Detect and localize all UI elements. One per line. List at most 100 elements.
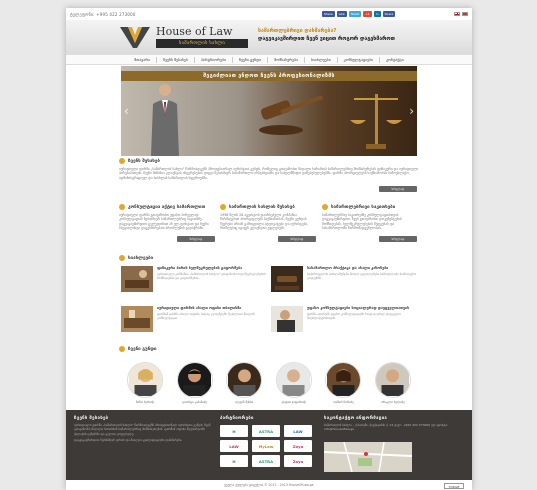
news-section-heading: სიახლეები <box>119 255 419 261</box>
partner-logo[interactable]: H <box>220 425 248 437</box>
team-member[interactable]: გიორგი კაპანაძე <box>176 362 214 404</box>
legal-icon <box>322 204 328 210</box>
avatar <box>226 362 263 398</box>
twitter-button[interactable]: Tweet <box>348 11 362 17</box>
page: ტელეფონი: +995 422 273000 Share Like Twe… <box>66 8 472 490</box>
partner-logo[interactable]: ASTRA <box>252 455 280 467</box>
news-item[interactable]: უფასო კონსულტაციები სოციალურად დაუცველთა… <box>271 306 423 336</box>
about-section: ჩვენს შესახებ იურიდიული ფირმა „სამართლის… <box>119 158 419 180</box>
about-section-heading: ჩვენს შესახებ <box>119 158 419 164</box>
team-member-name: ნინო ბერიძე <box>135 400 155 404</box>
column-legal-issues-heading: სამართლებრივი საკითხები <box>322 204 416 210</box>
news-thumbnail <box>271 266 303 292</box>
nav-item-home[interactable]: მთავარი <box>128 56 158 63</box>
nav-item-contact[interactable]: კონტაქტი <box>380 57 410 63</box>
column-legal-issues: სამართლებრივი საკითხები სამართლებრივ საკ… <box>322 204 416 231</box>
georgian-flag-icon[interactable] <box>454 12 460 16</box>
news-icon <box>119 255 125 261</box>
footer-about-text: იურიდიული ფირმა „სამართლის სახლი" წარმოა… <box>74 423 211 436</box>
linkedin-button[interactable]: in <box>373 11 381 17</box>
nav-item-team[interactable]: ჩვენი გუნდი <box>233 56 269 63</box>
lawyer-photo <box>151 84 179 156</box>
partner-logo[interactable]: LAW <box>284 425 312 437</box>
consultation-icon <box>119 204 125 210</box>
avatar <box>374 362 411 398</box>
column-about-company-title: სამართლის სახლის შესახებ <box>229 204 295 210</box>
avatar <box>127 362 163 398</box>
column-about-company: სამართლის სახლის შესახებ 1996 წლის 26 აგ… <box>220 204 312 231</box>
news-item-text: იურიდიული კომპანია „სამართლის სახლი" გთა… <box>157 272 266 280</box>
column-about-company-heading: სამართლის სახლის შესახებ <box>220 204 312 210</box>
partner-logo[interactable]: H <box>220 455 248 467</box>
news-item-text: ფირმამ გახსნა ახალი ოფისი, სადაც კლიენტე… <box>157 312 255 320</box>
news-section: სიახლეები <box>119 255 419 261</box>
team-member-name: თამარ ნოზაძე <box>333 400 354 404</box>
team-title: ჩვენი გუნდი <box>128 346 157 352</box>
facebook-share-button[interactable]: Share <box>322 11 335 17</box>
nav-item-about[interactable]: ჩვენს შესახებ <box>157 56 195 63</box>
footer-about-title: ჩვენს შესახებ <box>74 416 109 421</box>
team-member[interactable]: დავით ჯაფარიძე <box>275 362 313 404</box>
footer-contact-title: საკონტაქტო ინფორმაცია <box>324 416 388 421</box>
header-slogan: სამართლებრივი დახმარება? დაგვიკავშირდით … <box>258 27 458 43</box>
team-member[interactable]: ირაკლი ხელაძე <box>374 362 412 404</box>
column-legal-issues-more-button[interactable]: სრულად <box>379 236 417 242</box>
partner-logo[interactable]: Zoya <box>284 440 312 452</box>
team-section: ჩვენი გუნდი <box>119 346 419 352</box>
nav-item-services[interactable]: მომსახურება <box>268 56 305 63</box>
news-item-text: ფირმა ატარებს უფასო კონსულტაციებს სოციალ… <box>307 312 401 320</box>
team-members: ნინო ბერიძე გიორგი კაპანაძე ლევან მესხი … <box>126 362 412 404</box>
partner-logo[interactable]: LAW <box>220 440 248 452</box>
gavel-image <box>259 96 324 135</box>
logo-subtitle: სამართლის სახლი <box>156 39 248 48</box>
column-consultation-more-button[interactable]: სრულად <box>177 236 215 242</box>
footer: ჩვენს შესახებ იურიდიული ფირმა „სამართლის… <box>66 410 472 480</box>
column-legal-issues-text: სამართლებრივ საკითხებზე კონსულტაციისთვის… <box>322 213 402 231</box>
slider-prev-arrow-icon[interactable]: ‹ <box>124 104 129 118</box>
news-item-text: საქართველოს პარლამენტმა მიიღო ცვლილებები… <box>307 272 417 280</box>
slogan-answer: დაგვიკავშირდით ჩვენ ვიცით როგორ დაგეხმარ… <box>258 36 395 42</box>
location-map[interactable] <box>324 442 412 472</box>
nav-item-partners[interactable]: პარტნიორები <box>195 56 234 63</box>
column-about-company-more-button[interactable]: სრულად <box>278 236 316 242</box>
partner-logo[interactable]: ASTRA <box>252 425 280 437</box>
about-more-button[interactable]: სრულად <box>379 186 417 192</box>
team-member-name: ლევან მესხი <box>235 400 254 404</box>
hero-slider: შეგიძლიათ ენდოთ ჩვენს პროფესიონალიზმს ‹ … <box>121 66 417 156</box>
team-member-name: დავით ჯაფარიძე <box>281 400 306 404</box>
news-item[interactable]: იურიდიული ფირმის ახალი ოფისი თბილისში ფი… <box>121 306 273 336</box>
partner-logo[interactable]: MyLaw <box>252 440 280 452</box>
news-item[interactable]: ფიზიკური პირის ხელშეკრულების გაფორმება ი… <box>121 266 273 296</box>
share-button[interactable]: Share <box>382 11 396 17</box>
news-item-title[interactable]: უფასო კონსულტაციები სოციალურად დაუცველთა… <box>307 306 423 311</box>
avatar <box>176 362 213 398</box>
avatar <box>325 362 362 398</box>
about-text: იურიდიული ფირმა „სამართლის სახლი" წარმოა… <box>119 167 419 180</box>
logo[interactable]: House of Law სამართლის სახლი <box>118 23 250 50</box>
counter-badge[interactable]: TOP.GE <box>444 483 464 489</box>
news-item-title[interactable]: სასამართლო პრაქტიკა და ახალი კანონები <box>307 266 423 271</box>
news-title: სიახლეები <box>128 255 154 261</box>
partner-logo[interactable]: Zoya <box>284 455 312 467</box>
google-plus-button[interactable]: +1 <box>363 11 372 17</box>
news-item[interactable]: სასამართლო პრაქტიკა და ახალი კანონები სა… <box>271 266 423 296</box>
footer-about-text-2: დაგვიკავშირდით ნებისმიერ დროს და მიიღეთ … <box>74 438 183 443</box>
facebook-like-button[interactable]: Like <box>336 11 347 17</box>
news-item-title[interactable]: იურიდიული ფირმის ახალი ოფისი თბილისში <box>157 306 273 311</box>
team-member[interactable]: თამარ ნოზაძე <box>324 362 362 404</box>
news-item-title[interactable]: ფიზიკური პირის ხელშეკრულების გაფორმება <box>157 266 273 271</box>
footer-contact-text: სამართლის სახლი – ქ.ბათუმი, ჭავჭავაძის ქ… <box>324 423 448 432</box>
social-buttons: Share Like Tweet +1 in Share <box>322 11 396 17</box>
copyright: ყველა უფლება დაცულია © 2011 - 2013 House… <box>224 483 314 487</box>
news-thumbnail <box>271 306 303 332</box>
slider-next-arrow-icon[interactable]: › <box>409 104 414 118</box>
news-thumbnail <box>121 306 153 332</box>
column-consultation-title: კონსულტაცია აქტივ სამართლით <box>128 204 206 210</box>
nav-item-consultations[interactable]: კონსულტაციები <box>338 56 380 63</box>
nav-item-news[interactable]: სიახლეები <box>305 56 338 63</box>
team-member-name: გიორგი კაპანაძე <box>182 400 207 404</box>
team-member[interactable]: ლევან მესხი <box>225 362 263 404</box>
team-member[interactable]: ნინო ბერიძე <box>126 362 164 404</box>
english-flag-icon[interactable] <box>462 12 468 16</box>
avatar <box>275 362 312 398</box>
